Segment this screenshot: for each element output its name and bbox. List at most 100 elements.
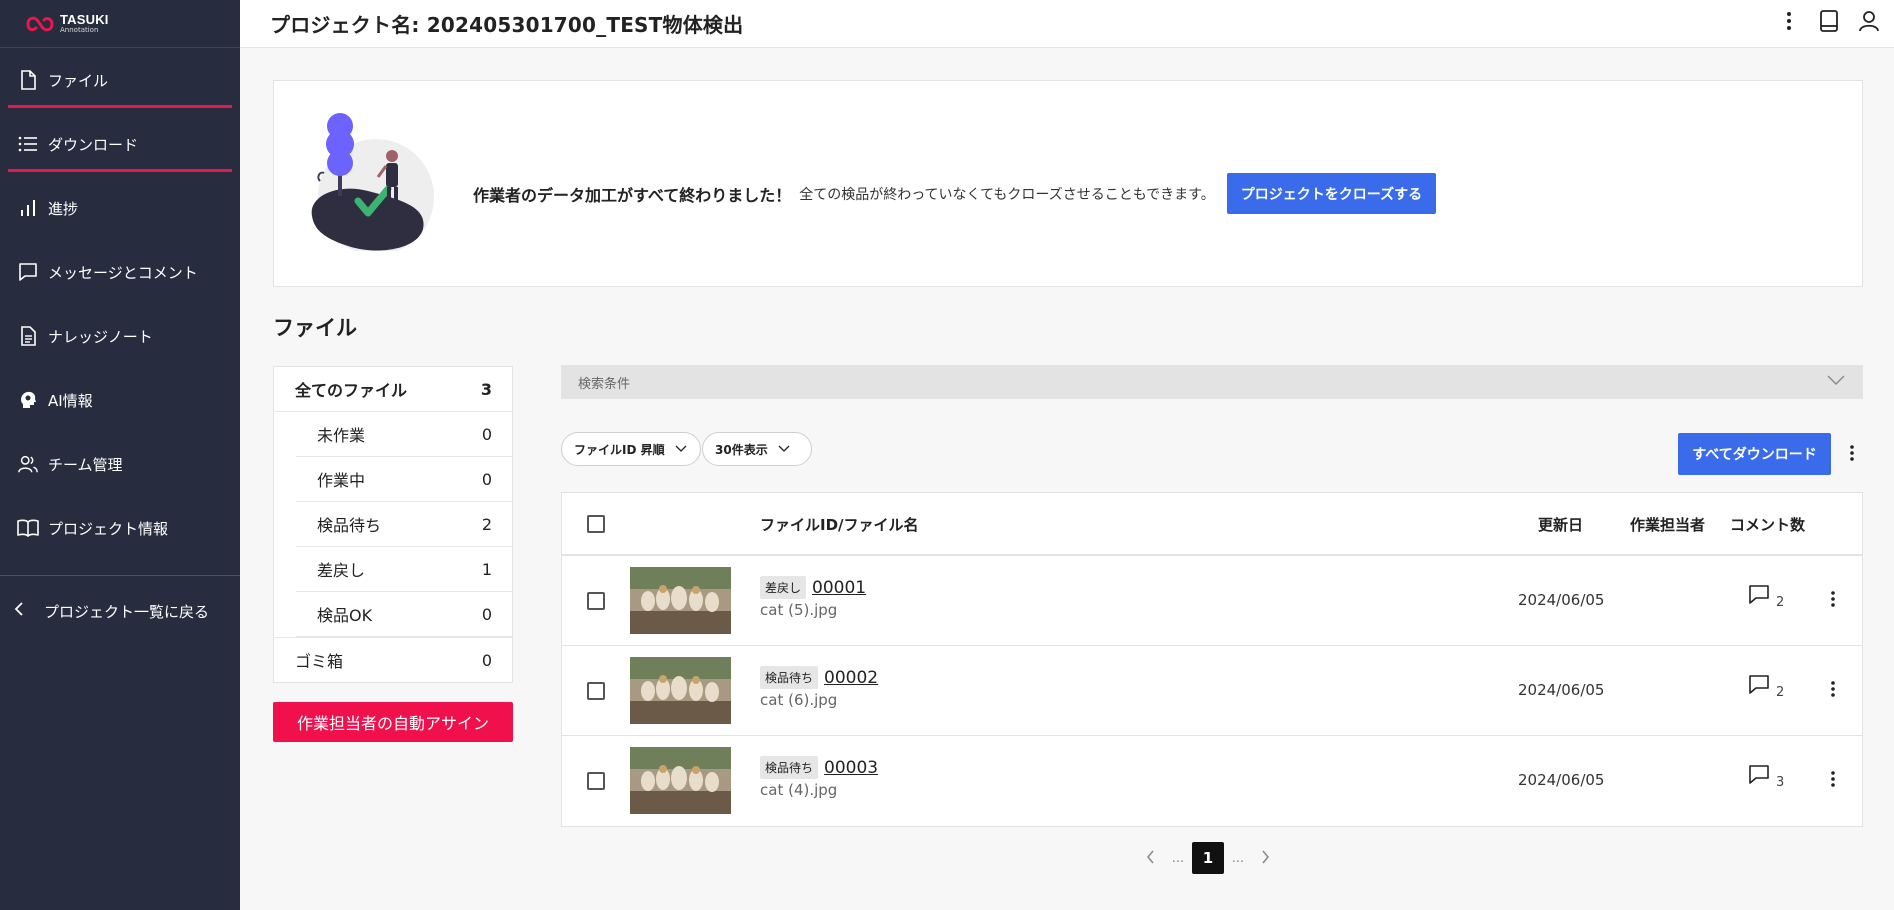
brand-logo[interactable]: TASUKI Annotation — [0, 0, 240, 48]
back-to-projects-link[interactable]: プロジェクト一覧に戻る — [0, 576, 240, 646]
top-actions — [1776, 8, 1882, 34]
column-header-date: 更新日 — [1538, 516, 1584, 534]
filter-returned[interactable]: 差戻し 1 — [296, 547, 512, 592]
search-conditions-toggle[interactable]: 検索条件 — [561, 365, 1863, 399]
tasuki-logo-icon — [26, 16, 54, 31]
file-table: ファイルID/ファイル名 更新日 作業担当者 コメント数 差戻し 00001 c… — [561, 492, 1863, 827]
back-link-label: プロジェクト一覧に戻る — [44, 602, 210, 621]
file-thumbnail[interactable] — [630, 567, 731, 634]
chevron-right-icon[interactable] — [1252, 849, 1278, 868]
download-all-button[interactable]: すべてダウンロード — [1678, 433, 1831, 475]
filter-not-started[interactable]: 未作業 0 — [296, 412, 512, 457]
list-icon — [17, 133, 39, 155]
banner-strong-text: 作業者のデータ加工がすべて終わりました！ — [473, 185, 792, 205]
table-row[interactable]: 差戻し 00001 cat (5).jpg 2024/06/05 2 — [562, 556, 1862, 646]
comment-icon — [1749, 675, 1769, 694]
file-name: cat (4).jpg — [760, 781, 838, 799]
more-vertical-icon[interactable] — [1776, 8, 1802, 34]
table-row[interactable]: 検品待ち 00003 cat (4).jpg 2024/06/05 3 — [562, 736, 1862, 826]
chevron-left-icon[interactable] — [1138, 849, 1164, 868]
status-badge: 差戻し — [760, 576, 807, 599]
filter-count: 3 — [480, 379, 492, 399]
filter-trash[interactable]: ゴミ箱 0 — [274, 637, 512, 682]
file-id-line: 差戻し 00001 — [760, 576, 866, 599]
pagination-ellipsis: ... — [1171, 850, 1185, 866]
filter-in-progress[interactable]: 作業中 0 — [296, 457, 512, 502]
file-name: cat (5).jpg — [760, 601, 838, 619]
row-checkbox[interactable] — [587, 592, 605, 610]
comment-count-value: 3 — [1776, 775, 1785, 790]
filter-count: 0 — [481, 424, 492, 444]
filter-review-ok[interactable]: 検品OK 0 — [296, 592, 512, 637]
file-id-line: 検品待ち 00002 — [760, 666, 878, 689]
sort-select-value: ファイルID 昇順 — [574, 442, 665, 457]
cat-photo-thumbnail — [630, 747, 731, 814]
row-checkbox[interactable] — [587, 772, 605, 790]
chevron-down-icon — [675, 445, 687, 452]
file-id-link[interactable]: 00003 — [824, 758, 878, 778]
file-thumbnail[interactable] — [630, 657, 731, 724]
user-icon[interactable] — [1856, 8, 1882, 34]
filter-all-files[interactable]: 全てのファイル 3 — [274, 367, 512, 412]
pagination: ... 1 ... — [1138, 842, 1278, 874]
sidebar-item-files[interactable]: ファイル — [0, 48, 240, 112]
file-id-link[interactable]: 00002 — [824, 668, 878, 688]
sidebar-item-progress[interactable]: 進捗 — [0, 176, 240, 240]
sidebar-item-ai-info[interactable]: AI情報 — [0, 368, 240, 432]
brand-sub: Annotation — [60, 26, 99, 34]
sidebar-item-label: AI情報 — [48, 391, 93, 410]
comment-count[interactable]: 2 — [1748, 584, 1784, 610]
chevron-down-icon — [1827, 375, 1845, 385]
more-vertical-icon[interactable] — [1826, 586, 1840, 612]
comment-count[interactable]: 2 — [1748, 674, 1784, 700]
sidebar-item-team[interactable]: チーム管理 — [0, 432, 240, 496]
per-page-select-value: 30件表示 — [715, 442, 768, 457]
close-project-button[interactable]: プロジェクトをクローズする — [1226, 173, 1437, 214]
brand-text: TASUKI Annotation — [60, 13, 109, 34]
file-name: cat (6).jpg — [760, 691, 838, 709]
completion-illustration — [311, 113, 434, 251]
banner-note-text: 全ての検品が終わっていなくてもクローズさせることもできます。 — [799, 186, 1215, 203]
sidebar-item-label: チーム管理 — [48, 455, 123, 474]
cat-photo-thumbnail — [630, 567, 731, 634]
sidebar-item-label: メッセージとコメント — [48, 263, 198, 282]
cat-photo-thumbnail — [630, 657, 731, 724]
sort-select[interactable]: ファイルID 昇順 — [561, 432, 701, 466]
file-icon — [17, 69, 39, 91]
more-vertical-icon[interactable] — [1826, 676, 1840, 702]
manual-book-icon[interactable] — [1816, 8, 1842, 34]
auto-assign-button[interactable]: 作業担当者の自動アサイン — [273, 702, 513, 742]
filter-label: 全てのファイル — [295, 381, 408, 400]
document-icon — [17, 325, 39, 347]
column-header-comments: コメント数 — [1730, 516, 1806, 534]
row-checkbox[interactable] — [587, 682, 605, 700]
filter-count: 0 — [481, 650, 492, 670]
filter-awaiting-review[interactable]: 検品待ち 2 — [296, 502, 512, 547]
sidebar-item-download[interactable]: ダウンロード — [0, 112, 240, 176]
comment-count[interactable]: 3 — [1748, 764, 1784, 790]
filter-label: 検品待ち — [317, 516, 382, 535]
section-title: ファイル — [273, 316, 357, 340]
select-all-checkbox[interactable] — [587, 515, 605, 533]
more-vertical-icon[interactable] — [1826, 766, 1840, 792]
sidebar-nav: ファイル ダウンロード 進捗 メッセージとコメント ナレッジノート AI情報 チ… — [0, 48, 240, 560]
sidebar-item-knowledge[interactable]: ナレッジノート — [0, 304, 240, 368]
table-row[interactable]: 検品待ち 00002 cat (6).jpg 2024/06/05 2 — [562, 646, 1862, 736]
filter-label: 作業中 — [317, 471, 366, 490]
sidebar-item-project-info[interactable]: プロジェクト情報 — [0, 496, 240, 560]
more-vertical-icon[interactable] — [1845, 440, 1859, 466]
page-number-current[interactable]: 1 — [1192, 842, 1224, 874]
sidebar-item-messages[interactable]: メッセージとコメント — [0, 240, 240, 304]
filter-label: ゴミ箱 — [295, 652, 344, 671]
sidebar-item-label: ダウンロード — [48, 135, 139, 154]
file-thumbnail[interactable] — [630, 747, 731, 814]
page-title: プロジェクト名: 202405301700_TEST物体検出 — [270, 13, 744, 37]
file-id-link[interactable]: 00001 — [812, 578, 866, 598]
pagination-ellipsis: ... — [1231, 850, 1245, 866]
filter-count: 1 — [481, 559, 492, 579]
file-status-filter: 全てのファイル 3 未作業 0 作業中 0 検品待ち 2 差戻し 1 検品OK … — [273, 366, 513, 683]
ai-head-icon — [17, 389, 39, 411]
per-page-select[interactable]: 30件表示 — [702, 432, 812, 466]
sidebar-item-label: 進捗 — [48, 199, 79, 218]
filter-count: 0 — [481, 469, 492, 489]
